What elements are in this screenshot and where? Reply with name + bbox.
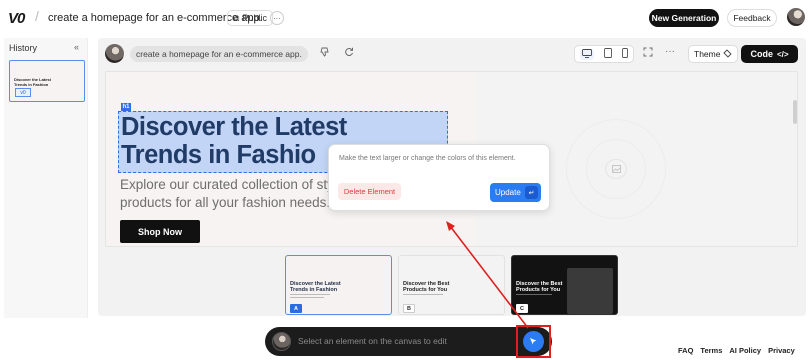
- device-switcher: [574, 45, 634, 63]
- theme-label: Theme: [694, 49, 721, 59]
- delete-element-button[interactable]: Delete Element: [338, 183, 401, 200]
- variant-image-panel: [567, 268, 613, 314]
- terms-link[interactable]: Terms: [700, 346, 722, 355]
- variant-text-line: [290, 294, 330, 295]
- tablet-icon[interactable]: [604, 48, 612, 60]
- history-panel: History « Discover the Latest Trends in …: [4, 38, 88, 318]
- faq-link[interactable]: FAQ: [678, 346, 693, 355]
- hero-headline[interactable]: Discover the Latest Trends in Fashio: [121, 113, 347, 169]
- lock-icon: ⧉: [233, 12, 240, 23]
- code-icon: </>: [776, 49, 789, 59]
- variant-badge: A: [290, 304, 302, 313]
- user-avatar[interactable]: [787, 8, 805, 26]
- footer-links: FAQ Terms AI Policy Privacy: [678, 346, 795, 355]
- more-options-icon[interactable]: ···: [665, 46, 675, 57]
- enter-key-icon: ↵: [525, 186, 538, 199]
- variant-badge: C: [516, 304, 528, 313]
- history-item-version: v0: [15, 88, 31, 97]
- history-title: History: [9, 43, 38, 53]
- fullscreen-icon[interactable]: [643, 47, 653, 60]
- history-item-title: Discover the Latest Trends in Fashion: [14, 77, 51, 87]
- variant-thumbnail-c[interactable]: Discover the Best Products for You C: [511, 255, 618, 315]
- variant-title: Discover the Latest Trends in Fashion: [290, 281, 341, 293]
- update-button[interactable]: Update ↵: [490, 183, 541, 202]
- refresh-icon[interactable]: [344, 47, 354, 60]
- canvas-toolbar: create a homepage for an e-commerce app.: [98, 38, 806, 70]
- preview-scrollbar[interactable]: [793, 100, 797, 124]
- prompt-pill[interactable]: create a homepage for an e-commerce app.: [130, 46, 308, 62]
- shop-now-button[interactable]: Shop Now: [120, 220, 200, 243]
- thumbs-down-icon[interactable]: [320, 47, 330, 60]
- visibility-label: Public: [242, 13, 267, 23]
- breadcrumb-separator: /: [35, 8, 39, 24]
- theme-button[interactable]: Theme: [688, 45, 739, 63]
- edit-input-bar[interactable]: Select an element on the canvas to edit: [265, 327, 552, 356]
- v0-logo[interactable]: V0: [8, 10, 25, 27]
- variant-thumbnail-b[interactable]: Discover the Best Products for You B: [398, 255, 505, 315]
- update-label: Update: [495, 188, 521, 197]
- feedback-button[interactable]: Feedback: [727, 9, 777, 27]
- variant-title: Discover the Best Products for You: [516, 281, 563, 293]
- visibility-button[interactable]: ⧉ Public: [227, 10, 273, 26]
- annotation-highlight-box: [516, 325, 551, 358]
- privacy-link[interactable]: Privacy: [768, 346, 795, 355]
- hero-subtext[interactable]: Explore our curated collection of styl p…: [120, 176, 337, 212]
- collapse-history-button[interactable]: «: [74, 42, 79, 52]
- mobile-icon[interactable]: [622, 48, 628, 60]
- new-generation-button[interactable]: New Generation: [649, 9, 719, 27]
- desktop-icon[interactable]: [580, 48, 594, 60]
- variant-text-line: [516, 294, 552, 295]
- variant-badge: B: [403, 304, 415, 313]
- code-button[interactable]: Code </>: [741, 45, 798, 63]
- edit-input-placeholder: Select an element on the canvas to edit: [298, 336, 447, 346]
- variant-text-line: [403, 294, 443, 295]
- ai-policy-link[interactable]: AI Policy: [729, 346, 761, 355]
- top-bar: V0 / create a homepage for an e-commerce…: [0, 0, 810, 36]
- user-avatar-small: [272, 332, 291, 351]
- variant-text-line: [290, 297, 324, 298]
- edit-prompt-input[interactable]: Make the text larger or change the color…: [339, 155, 516, 162]
- prompt-author-avatar: [105, 44, 124, 63]
- variant-thumbnail-a[interactable]: Discover the Latest Trends in Fashion A: [285, 255, 392, 315]
- paint-bucket-icon: [723, 48, 733, 60]
- image-placeholder-icon: [605, 159, 627, 179]
- element-tag-badge: h1: [121, 103, 131, 111]
- code-label: Code: [750, 49, 773, 59]
- project-more-button[interactable]: ···: [270, 11, 284, 25]
- v0-app: V0 / create a homepage for an e-commerce…: [0, 0, 810, 360]
- history-item[interactable]: Discover the Latest Trends in Fashion v0: [9, 60, 85, 102]
- edit-element-popover: Make the text larger or change the color…: [328, 144, 550, 211]
- variant-title: Discover the Best Products for You: [403, 281, 450, 293]
